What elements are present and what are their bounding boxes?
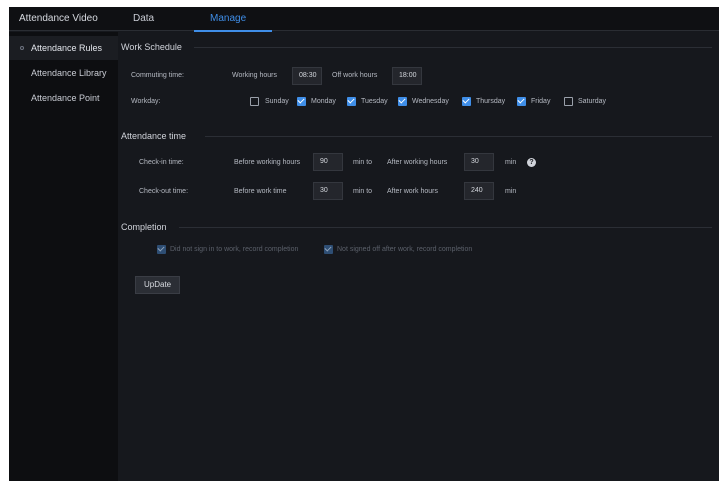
sunday-checkbox[interactable] [250,97,259,106]
app-title: Attendance Video [19,13,98,24]
commuting-time-label: Commuting time: [131,72,184,79]
sidebar-item-attendance-library[interactable]: Attendance Library [9,61,118,85]
friday-label: Friday [531,98,551,105]
off-work-hours-label: Off work hours [332,72,378,79]
completion-title: Completion [121,222,167,232]
section-divider [194,47,712,48]
record-no-sign-in-checkbox[interactable] [157,245,166,254]
check-in-before-input[interactable]: 90 [313,153,343,171]
tuesday-checkbox[interactable] [347,97,356,106]
check-out-before-input[interactable]: 30 [313,182,343,200]
main-panel: Work Schedule Commuting time: Working ho… [119,32,719,481]
saturday-label: Saturday [578,98,607,105]
working-hours-label: Working hours [232,72,278,79]
check-in-after-label: After working hours [387,159,448,166]
wednesday-label: Wednesday [412,98,449,105]
sidebar-item-attendance-point[interactable]: Attendance Point [9,86,118,110]
check-out-min-label: min [505,188,517,195]
app-window: Attendance Video Data Manage Attendance … [9,7,719,481]
check-out-after-label: After work hours [387,188,438,195]
check-in-min-to-label: min to [353,159,373,166]
record-no-sign-off-checkbox[interactable] [324,245,333,254]
monday-checkbox[interactable] [297,97,306,106]
sidebar: Attendance Rules Attendance Library Atte… [9,32,118,481]
sidebar-item-label: Attendance Point [31,93,100,103]
working-hours-input[interactable]: 08:30 [292,67,322,85]
sidebar-item-attendance-rules[interactable]: Attendance Rules [9,36,118,60]
thursday-checkbox[interactable] [462,97,471,106]
record-no-sign-off-label: Not signed off after work, record comple… [337,246,473,253]
record-no-sign-in-label: Did not sign in to work, record completi… [170,246,299,253]
workday-label: Workday: [131,98,161,105]
check-out-time-label: Check-out time: [139,188,189,195]
section-divider [179,227,712,228]
tab-manage[interactable]: Manage [210,13,246,24]
tuesday-label: Tuesday [361,98,388,105]
top-bar: Attendance Video Data Manage [9,7,719,32]
wednesday-checkbox[interactable] [398,97,407,106]
check-in-before-label: Before working hours [234,159,301,166]
help-icon[interactable]: ? [527,158,536,167]
check-out-min-to-label: min to [353,188,373,195]
sunday-label: Sunday [265,98,289,105]
check-out-after-input[interactable]: 240 [464,182,494,200]
section-divider [205,136,712,137]
sidebar-item-label: Attendance Library [31,68,107,78]
update-button[interactable]: UpDate [135,276,181,294]
check-in-min-label: min [505,159,517,166]
check-in-time-label: Check-in time: [139,159,184,166]
friday-checkbox[interactable] [517,97,526,106]
off-work-hours-input[interactable]: 18:00 [392,67,422,85]
tab-data[interactable]: Data [133,13,154,24]
monday-label: Monday [311,98,336,105]
work-schedule-title: Work Schedule [121,42,182,52]
attendance-time-title: Attendance time [121,131,187,141]
thursday-label: Thursday [476,98,506,105]
selected-dot-icon [20,46,24,50]
saturday-checkbox[interactable] [564,97,573,106]
check-in-after-input[interactable]: 30 [464,153,494,171]
check-out-before-label: Before work time [234,188,287,195]
sidebar-item-label: Attendance Rules [31,43,103,53]
